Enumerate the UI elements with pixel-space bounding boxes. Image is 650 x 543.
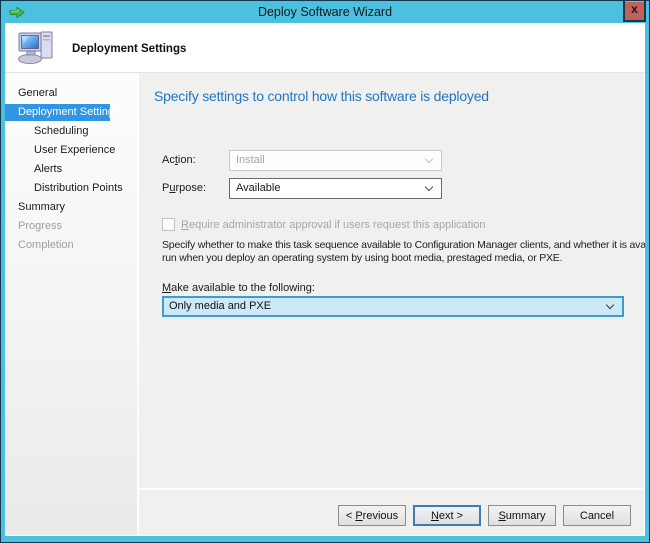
sidebar-item-distribution-points[interactable]: Distribution Points — [5, 180, 137, 197]
description-line: Specify whether to make this task sequen… — [162, 239, 645, 252]
sidebar-item-completion: Completion — [5, 237, 137, 254]
title-bar: Deploy Software Wizard x — [1, 1, 649, 23]
approval-checkbox — [162, 218, 175, 231]
make-available-dropdown-value: Only media and PXE — [169, 300, 271, 312]
sidebar-item-user-experience[interactable]: User Experience — [5, 142, 137, 159]
purpose-dropdown[interactable]: Available — [229, 178, 442, 199]
close-icon: x — [631, 2, 638, 16]
wizard-arrow-icon — [9, 6, 25, 19]
wizard-button-bar: < Previous Next > Summary Cancel — [139, 488, 645, 535]
description-line: run when you deploy an operating system … — [162, 252, 645, 265]
sidebar-item-deployment-settings[interactable]: Deployment Settings — [5, 104, 110, 121]
sidebar-item-scheduling[interactable]: Scheduling — [5, 123, 137, 140]
content-heading: Specify settings to control how this sof… — [154, 88, 489, 104]
description-text: Specify whether to make this task sequen… — [162, 239, 645, 265]
summary-button[interactable]: Summary — [488, 505, 556, 526]
wizard-content-pane: Specify settings to control how this sof… — [139, 73, 645, 535]
action-dropdown-value: Install — [236, 154, 265, 166]
chevron-down-icon — [606, 301, 614, 309]
sidebar-item-general[interactable]: General — [5, 85, 137, 102]
purpose-dropdown-value: Available — [236, 182, 280, 194]
previous-button[interactable]: < Previous — [338, 505, 406, 526]
page-title: Deployment Settings — [72, 43, 186, 55]
window-body: Deployment Settings General Deployment Se… — [5, 23, 645, 536]
sidebar-item-summary[interactable]: Summary — [5, 199, 137, 216]
approval-checkbox-row: Require administrator approval if users … — [162, 218, 486, 231]
action-label: Action: — [162, 154, 196, 166]
deploy-software-wizard-window: Deploy Software Wizard x — [0, 0, 650, 543]
window-title: Deploy Software Wizard — [1, 1, 649, 23]
chevron-down-icon — [425, 155, 433, 163]
purpose-label: Purpose: — [162, 182, 206, 194]
wizard-header: Deployment Settings — [5, 23, 645, 73]
close-button[interactable]: x — [623, 1, 646, 22]
sidebar-item-progress: Progress — [5, 218, 137, 235]
chevron-down-icon — [425, 183, 433, 191]
wizard-step-list: General Deployment Settings Scheduling User… — [5, 73, 139, 535]
next-button[interactable]: Next > — [413, 505, 481, 526]
cancel-button[interactable]: Cancel — [563, 505, 631, 526]
wizard-main: General Deployment Settings Scheduling User… — [5, 73, 645, 535]
make-available-dropdown[interactable]: Only media and PXE — [162, 296, 624, 317]
computer-icon — [17, 28, 57, 73]
sidebar-item-alerts[interactable]: Alerts — [5, 161, 137, 178]
action-dropdown: Install — [229, 150, 442, 171]
make-available-label: Make available to the following: — [162, 282, 315, 294]
approval-checkbox-label: Require administrator approval if users … — [181, 219, 486, 231]
